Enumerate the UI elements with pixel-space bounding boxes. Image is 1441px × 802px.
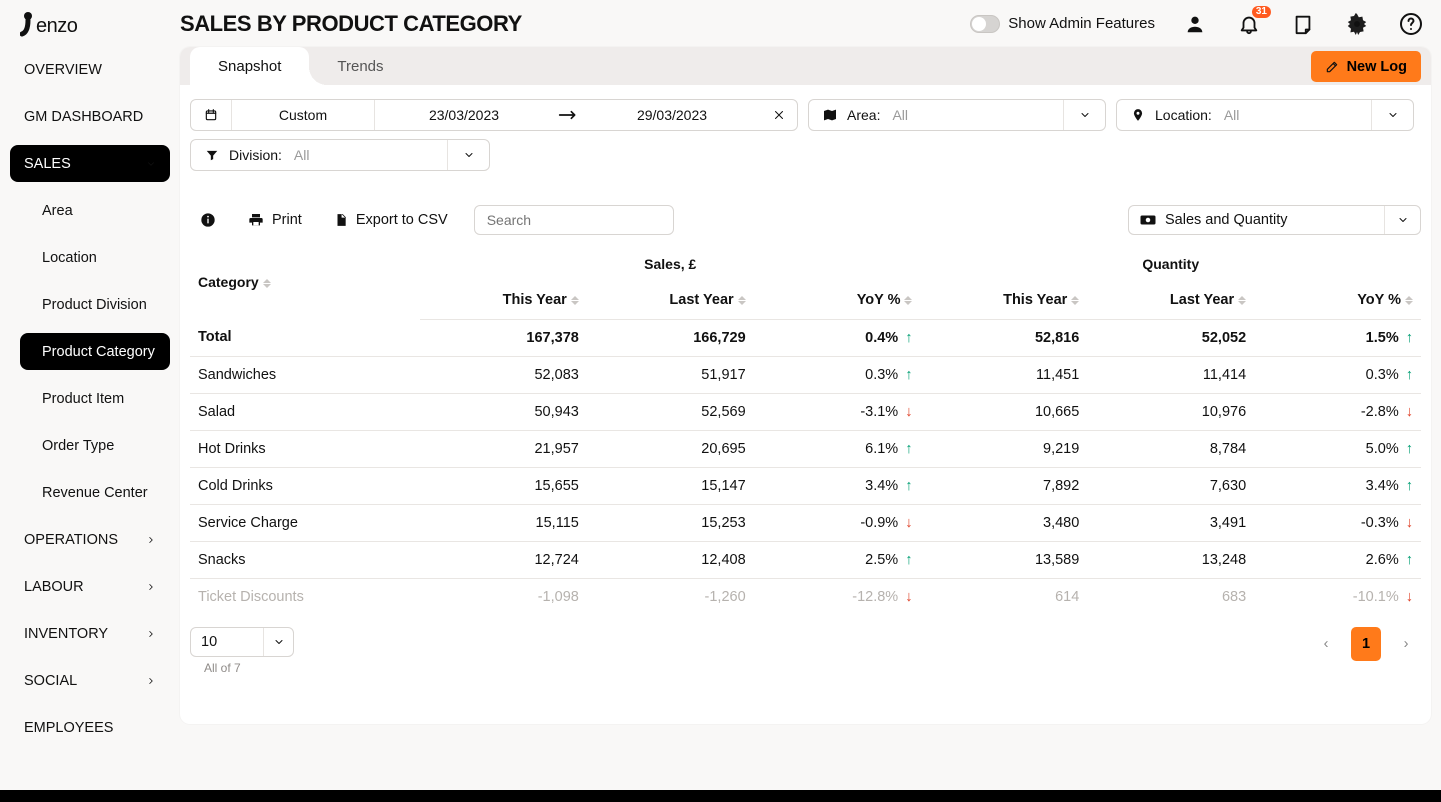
arrow-right-icon — [553, 100, 583, 130]
page-prev[interactable]: ‹ — [1311, 627, 1341, 661]
col-sales-this-year[interactable]: This Year — [420, 282, 587, 319]
page-size-select[interactable]: 10 — [190, 627, 294, 657]
table-row[interactable]: Salad50,94352,569-3.1% ↓10,66510,976-2.8… — [190, 393, 1421, 430]
filter-row-2: Division: All — [180, 131, 1431, 171]
filter-icon — [203, 148, 221, 162]
export-csv-button[interactable]: Export to CSV — [324, 212, 448, 228]
table-row[interactable]: Sandwiches52,08351,9170.3% ↑11,45111,414… — [190, 356, 1421, 393]
map-icon — [821, 107, 839, 123]
nav-sub-product-division[interactable]: Product Division — [20, 286, 170, 323]
search-input[interactable] — [474, 205, 674, 235]
print-button[interactable]: Print — [238, 212, 302, 228]
top-bar: enzo SALES BY PRODUCT CATEGORY Show Admi… — [0, 0, 1441, 47]
sales-table: Category Sales, £ Quantity This Year Las… — [190, 245, 1421, 615]
table-row[interactable]: Cold Drinks15,65515,1473.4% ↑7,8927,6303… — [190, 467, 1421, 504]
nav-labour[interactable]: LABOUR — [10, 568, 170, 605]
col-qty-last-year[interactable]: Last Year — [1087, 282, 1254, 319]
new-log-label: New Log — [1347, 59, 1407, 75]
page-count-label: All of 7 — [204, 661, 294, 675]
area-value: All — [892, 107, 908, 123]
tab-snapshot[interactable]: Snapshot — [190, 47, 309, 85]
nav-operations[interactable]: OPERATIONS — [10, 521, 170, 558]
nav-social[interactable]: SOCIAL — [10, 662, 170, 699]
area-label: Area: — [847, 107, 880, 123]
money-icon — [1139, 213, 1157, 227]
chevron-down-icon — [263, 628, 293, 656]
search-field[interactable] — [485, 211, 670, 229]
col-sales-last-year[interactable]: Last Year — [587, 282, 754, 319]
notifications-icon[interactable]: 31 — [1237, 12, 1261, 36]
nav-sub-location[interactable]: Location — [20, 239, 170, 276]
pagination: ‹ 1 › — [1311, 627, 1421, 661]
col-category[interactable]: Category — [190, 245, 420, 319]
table-row[interactable]: Ticket Discounts-1,098-1,260-12.8% ↓6146… — [190, 578, 1421, 615]
chevron-down-icon — [1371, 100, 1413, 130]
export-label: Export to CSV — [356, 212, 448, 228]
table-row[interactable]: Hot Drinks21,95720,6956.1% ↑9,2198,7845.… — [190, 430, 1421, 467]
filter-row: Custom 23/03/2023 29/03/2023 Area: All — [180, 85, 1431, 131]
tab-row: Snapshot Trends New Log — [180, 47, 1431, 85]
new-log-button[interactable]: New Log — [1311, 51, 1421, 82]
table-footer: 10 All of 7 ‹ 1 › — [180, 615, 1431, 675]
brand-logo: enzo — [20, 10, 170, 38]
sidebar: OVERVIEW GM DASHBOARD SALES Area Location Pro… — [0, 47, 180, 790]
clear-date-button[interactable] — [761, 100, 797, 130]
nav-sub-revenue-center[interactable]: Revenue Center — [20, 474, 170, 511]
date-range-picker[interactable]: Custom 23/03/2023 29/03/2023 — [190, 99, 798, 131]
chevron-down-icon — [447, 140, 489, 170]
page-title: SALES BY PRODUCT CATEGORY — [180, 11, 522, 37]
help-icon[interactable] — [1399, 12, 1423, 36]
date-from: 23/03/2023 — [375, 100, 553, 130]
notification-badge: 31 — [1252, 6, 1271, 18]
division-label: Division: — [229, 147, 282, 163]
metric-select[interactable]: Sales and Quantity — [1128, 205, 1421, 235]
page-current[interactable]: 1 — [1351, 627, 1381, 661]
header-quantity: Quantity — [920, 245, 1421, 282]
division-filter[interactable]: Division: All — [190, 139, 490, 171]
division-value: All — [294, 147, 310, 163]
nav-inventory[interactable]: INVENTORY — [10, 615, 170, 652]
table-row[interactable]: Snacks12,72412,4082.5% ↑13,58913,2482.6%… — [190, 541, 1421, 578]
admin-features-toggle[interactable]: Show Admin Features — [970, 15, 1155, 33]
nav-sub-product-category[interactable]: Product Category — [20, 333, 170, 370]
svg-text:enzo: enzo — [36, 15, 78, 37]
location-filter[interactable]: Location: All — [1116, 99, 1414, 131]
table-row[interactable]: Service Charge15,11515,253-0.9% ↓3,4803,… — [190, 504, 1421, 541]
admin-toggle-label: Show Admin Features — [1008, 15, 1155, 32]
pin-icon — [1129, 107, 1147, 123]
page-size-value: 10 — [201, 634, 217, 650]
col-qty-this-year[interactable]: This Year — [920, 282, 1087, 319]
toggle-switch[interactable] — [970, 15, 1000, 33]
nav-sub-product-item[interactable]: Product Item — [20, 380, 170, 417]
date-mode-label: Custom — [232, 100, 374, 130]
nav-sales[interactable]: SALES — [10, 145, 170, 182]
bottom-bar — [0, 790, 1441, 802]
col-qty-yoy[interactable]: YoY % — [1254, 282, 1421, 319]
area-filter[interactable]: Area: All — [808, 99, 1106, 131]
nav-gm-dashboard[interactable]: GM DASHBOARD — [10, 98, 170, 135]
notes-icon[interactable] — [1291, 12, 1315, 36]
sales-table-wrap: Category Sales, £ Quantity This Year Las… — [180, 235, 1431, 615]
user-icon[interactable] — [1183, 12, 1207, 36]
col-sales-yoy[interactable]: YoY % — [754, 282, 921, 319]
print-label: Print — [272, 212, 302, 228]
table-toolbar: Print Export to CSV Sales and Quantity — [180, 171, 1431, 235]
metric-label: Sales and Quantity — [1165, 212, 1288, 228]
chevron-down-icon — [1063, 100, 1105, 130]
date-to: 29/03/2023 — [583, 100, 761, 130]
page-next[interactable]: › — [1391, 627, 1421, 661]
info-button[interactable] — [190, 212, 216, 228]
main-panel: Snapshot Trends New Log Custom 23/03/202… — [180, 47, 1431, 724]
header-sales: Sales, £ — [420, 245, 920, 282]
chevron-down-icon — [1384, 206, 1420, 234]
nav-sub-order-type[interactable]: Order Type — [20, 427, 170, 464]
location-label: Location: — [1155, 107, 1212, 123]
nav-employees[interactable]: EMPLOYEES — [10, 709, 170, 746]
table-row[interactable]: Total167,378166,7290.4% ↑52,81652,0521.5… — [190, 319, 1421, 356]
location-value: All — [1224, 107, 1240, 123]
settings-icon[interactable] — [1345, 12, 1369, 36]
calendar-icon — [191, 100, 231, 130]
nav-sub-area[interactable]: Area — [20, 192, 170, 229]
nav-overview[interactable]: OVERVIEW — [10, 51, 170, 88]
